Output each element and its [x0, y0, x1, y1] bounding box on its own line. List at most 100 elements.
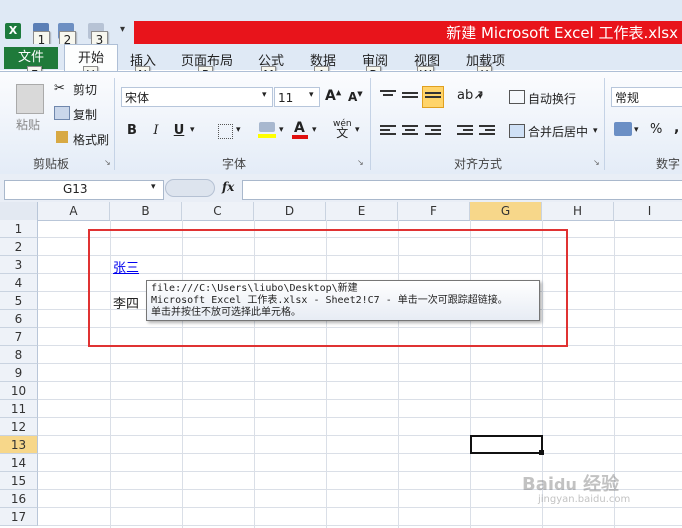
align-top-icon[interactable]: [380, 88, 396, 102]
paste-icon[interactable]: [16, 84, 44, 114]
cut-button[interactable]: 剪切: [73, 81, 97, 98]
gridline: [38, 435, 682, 436]
row-header-4[interactable]: 4: [0, 274, 38, 292]
row-header-13[interactable]: 13: [0, 436, 38, 454]
baidu-watermark: Baidu 经验: [522, 474, 620, 495]
column-header-a[interactable]: A: [38, 202, 110, 220]
grow-font-icon[interactable]: A▲: [325, 88, 341, 104]
formula-input[interactable]: [242, 180, 682, 200]
row-header-17[interactable]: 17: [0, 508, 38, 526]
clipboard-launcher-icon[interactable]: ↘: [104, 158, 111, 167]
column-header-i[interactable]: I: [614, 202, 682, 220]
merge-dropdown-icon[interactable]: ▾: [593, 126, 598, 136]
cut-icon: ✂: [54, 81, 65, 96]
row-header-2[interactable]: 2: [0, 238, 38, 256]
copy-icon: [54, 106, 70, 120]
group-separator: [604, 78, 605, 170]
gridline: [38, 399, 682, 400]
name-box[interactable]: G13 ▾: [4, 180, 164, 200]
merge-center-button[interactable]: 合并后居中: [528, 123, 588, 140]
align-center-icon[interactable]: [402, 123, 418, 137]
bold-button[interactable]: B: [122, 121, 142, 141]
percent-style-button[interactable]: %: [650, 122, 662, 137]
customize-qat-icon[interactable]: ▾: [120, 24, 125, 35]
increase-indent-icon[interactable]: [479, 123, 495, 137]
accounting-dropdown-icon[interactable]: ▾: [634, 125, 639, 135]
watermark-url: jingyan.baidu.com: [538, 494, 631, 505]
align-middle-icon[interactable]: [402, 90, 418, 104]
column-header-b[interactable]: B: [110, 202, 182, 220]
wrap-text-button[interactable]: 自动换行: [528, 90, 576, 107]
phonetic-dropdown-icon[interactable]: ▾: [355, 125, 360, 135]
font-name-dropdown-icon[interactable]: ▾: [262, 90, 267, 100]
row-header-9[interactable]: 9: [0, 364, 38, 382]
row-header-7[interactable]: 7: [0, 328, 38, 346]
row-header-14[interactable]: 14: [0, 454, 38, 472]
shrink-font-icon[interactable]: A▼: [348, 90, 363, 104]
decrease-indent-icon[interactable]: [457, 123, 473, 137]
font-group-label: 字体: [222, 157, 247, 171]
active-cell-g13[interactable]: [470, 435, 543, 454]
row-header-11[interactable]: 11: [0, 400, 38, 418]
align-right-icon[interactable]: [425, 123, 441, 137]
accounting-format-icon[interactable]: [614, 122, 632, 136]
gridline: [38, 381, 682, 382]
copy-button[interactable]: 复制: [73, 106, 97, 123]
format-painter-icon: [56, 131, 68, 143]
gridline: [38, 525, 682, 526]
underline-dropdown-icon[interactable]: ▾: [190, 125, 195, 135]
column-header-g[interactable]: G: [470, 202, 542, 220]
select-all-corner[interactable]: [0, 202, 38, 220]
gridline: [38, 507, 682, 508]
comma-style-button[interactable]: ,: [674, 120, 679, 136]
paste-button[interactable]: 粘贴: [16, 116, 40, 133]
wrap-text-icon: [509, 90, 525, 104]
row-header-1[interactable]: 1: [0, 220, 38, 238]
borders-icon[interactable]: [218, 124, 233, 139]
alignment-group-label: 对齐方式: [454, 157, 503, 171]
font-color-icon[interactable]: A: [294, 120, 305, 136]
align-left-icon[interactable]: [380, 123, 396, 137]
excel-app-icon[interactable]: X: [5, 23, 21, 39]
row-header-16[interactable]: 16: [0, 490, 38, 508]
row-header-3[interactable]: 3: [0, 256, 38, 274]
align-bottom-button[interactable]: [422, 86, 444, 108]
gridline: [38, 363, 682, 364]
font-size-dropdown-icon[interactable]: ▾: [309, 90, 314, 100]
phonetic-guide-icon[interactable]: wén 文: [333, 120, 352, 140]
orientation-dropdown-icon[interactable]: ▾: [478, 92, 483, 102]
font-color-dropdown-icon[interactable]: ▾: [312, 125, 317, 135]
number-format-box[interactable]: 常规: [611, 87, 682, 107]
formula-bar-splitter[interactable]: [165, 179, 215, 197]
alignment-launcher-icon[interactable]: ↘: [593, 158, 600, 167]
row-header-5[interactable]: 5: [0, 292, 38, 310]
insert-function-button[interactable]: fx: [222, 180, 234, 194]
underline-button[interactable]: U: [169, 121, 189, 141]
fill-color-icon[interactable]: [259, 122, 275, 132]
column-header-c[interactable]: C: [182, 202, 254, 220]
column-header-d[interactable]: D: [254, 202, 326, 220]
fill-color-dropdown-icon[interactable]: ▾: [279, 125, 284, 135]
row-header-8[interactable]: 8: [0, 346, 38, 364]
gridline: [38, 453, 682, 454]
column-header-h[interactable]: H: [542, 202, 614, 220]
format-painter-button[interactable]: 格式刷: [73, 131, 109, 148]
borders-dropdown-icon[interactable]: ▾: [236, 125, 241, 135]
column-header-f[interactable]: F: [398, 202, 470, 220]
merge-center-icon: [509, 124, 525, 138]
row-header-10[interactable]: 10: [0, 382, 38, 400]
font-launcher-icon[interactable]: ↘: [357, 158, 364, 167]
row-header-6[interactable]: 6: [0, 310, 38, 328]
name-box-dropdown-icon[interactable]: ▾: [151, 182, 156, 192]
fill-handle[interactable]: [539, 450, 544, 455]
align-bottom-icon: [425, 92, 441, 106]
row-header-15[interactable]: 15: [0, 472, 38, 490]
phonetic-guide-bottom: 文: [336, 126, 349, 140]
tooltip-line-1: file:///C:\Users\liubo\Desktop\新建: [151, 283, 358, 294]
column-header-e[interactable]: E: [326, 202, 398, 220]
tooltip-line-3: 单击并按住不放可选择此单元格。: [151, 307, 301, 318]
number-format-value: 常规: [615, 91, 640, 105]
row-header-12[interactable]: 12: [0, 418, 38, 436]
italic-button[interactable]: I: [146, 121, 166, 141]
font-name-box[interactable]: 宋体: [121, 87, 273, 107]
